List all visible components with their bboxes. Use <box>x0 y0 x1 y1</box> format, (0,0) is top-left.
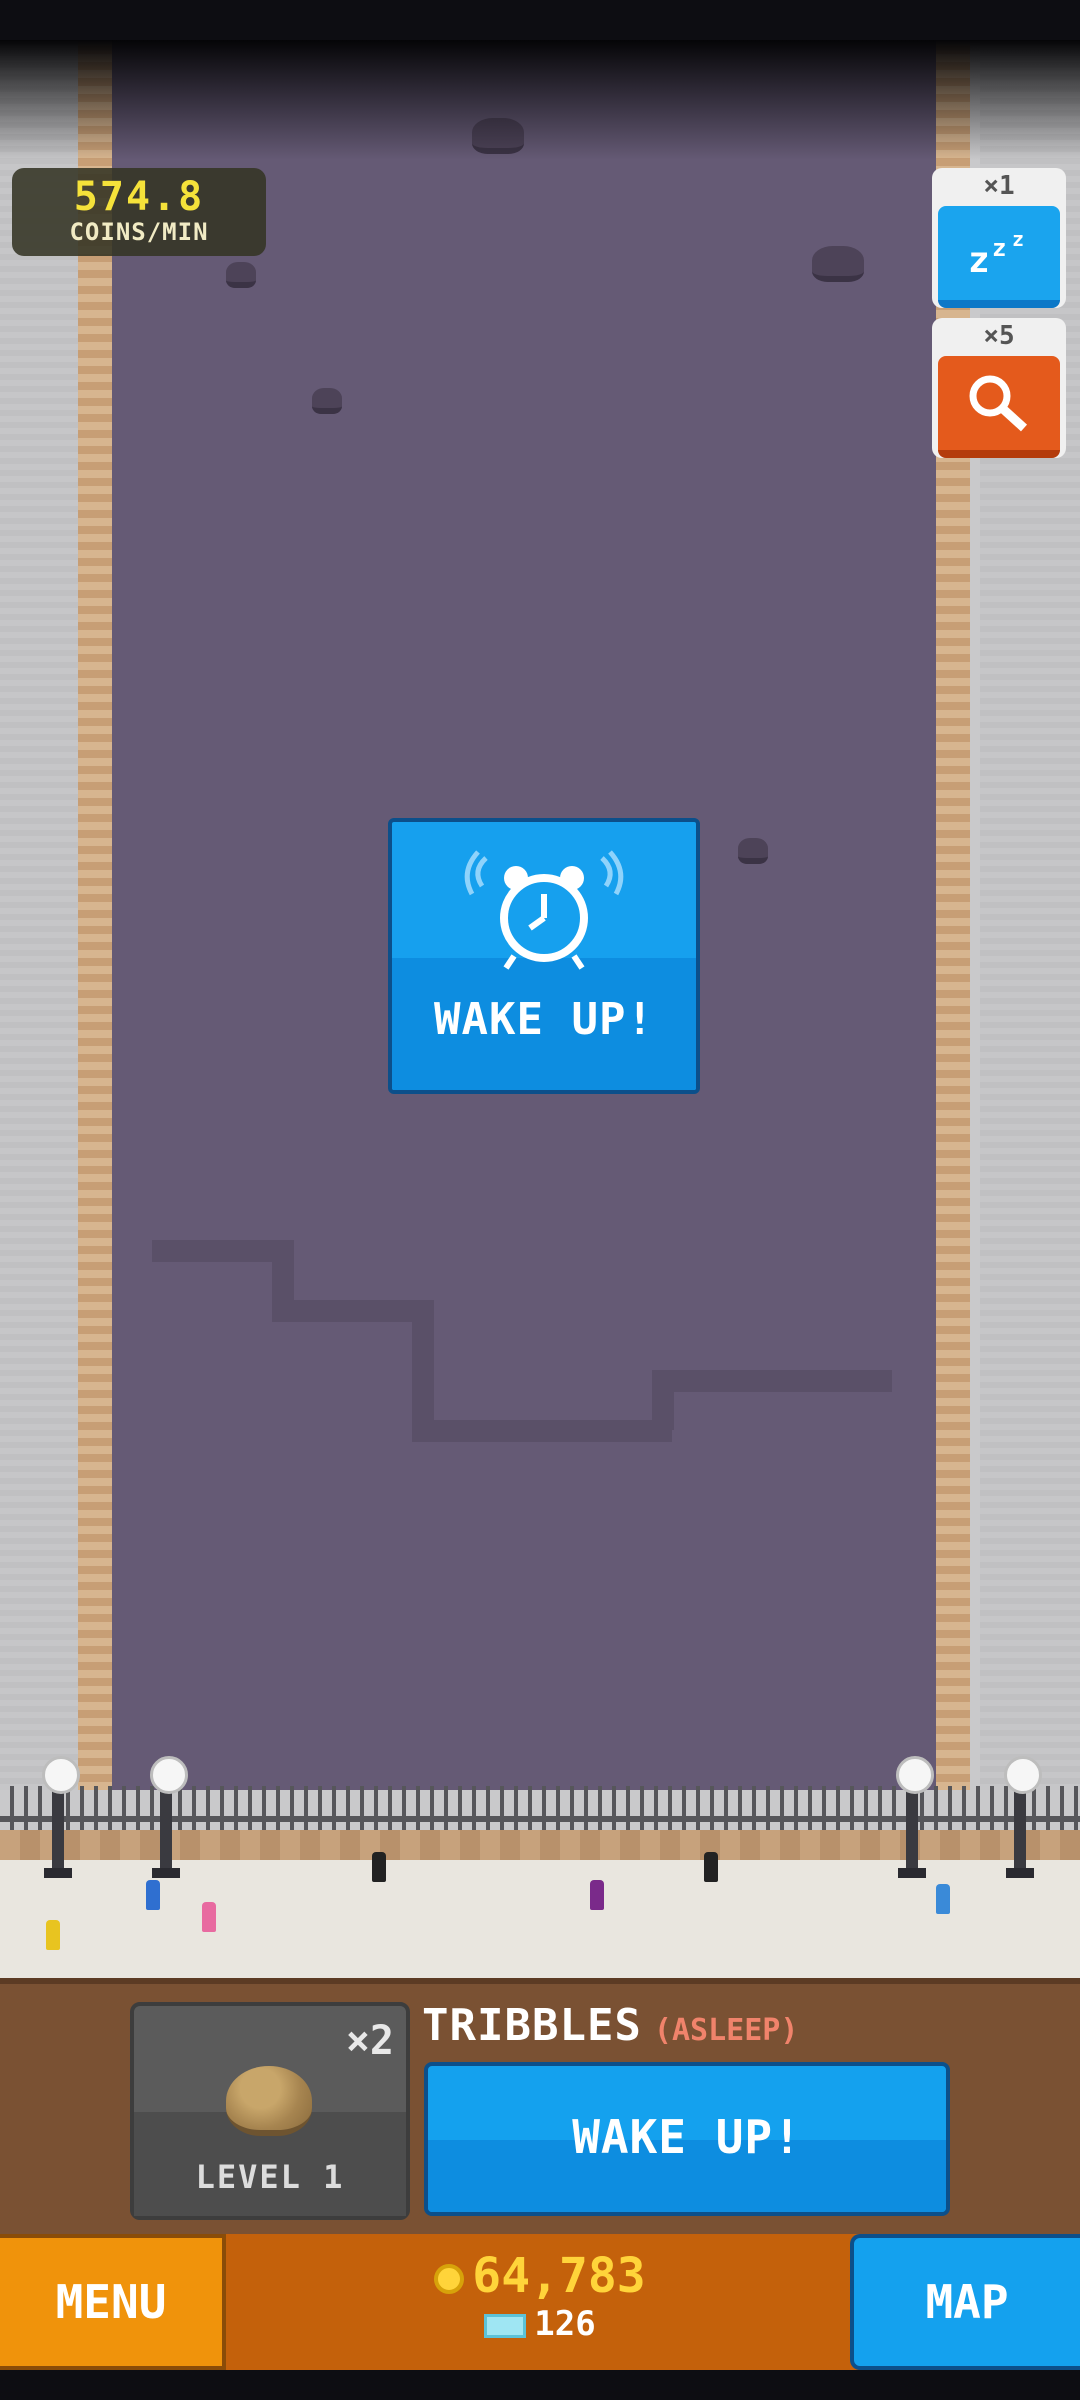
sleep-zzz-icon: z z z <box>938 206 1060 308</box>
magnifier-icon <box>938 356 1060 458</box>
pet-multiplier: ×2 <box>345 2018 394 2064</box>
ground-crack <box>272 1300 432 1322</box>
rock <box>312 388 342 414</box>
pedestrian <box>46 1920 60 1950</box>
pedestrian <box>372 1852 386 1882</box>
ground-crack <box>412 1300 434 1420</box>
pedestrian <box>146 1880 160 1910</box>
gems-amount: 126 <box>534 2304 596 2344</box>
sleep-powerup-button[interactable]: ×1 z z z <box>932 168 1066 308</box>
left-border <box>78 40 114 1790</box>
pet-name: TRIBBLES <box>422 2000 642 2051</box>
ground-crack <box>412 1420 672 1442</box>
ground-crack <box>152 1240 272 1262</box>
gems-row: 126 <box>230 2304 850 2344</box>
powerup-count: ×5 <box>983 321 1015 351</box>
pedestrian <box>704 1852 718 1882</box>
status-bar <box>0 0 1080 40</box>
coins-row: 64,783 <box>230 2248 850 2304</box>
powerup-count: ×1 <box>983 171 1015 201</box>
pet-card[interactable]: ×2 LEVEL 1 <box>130 2002 410 2220</box>
tribble-icon <box>226 2066 312 2136</box>
rock <box>738 838 768 864</box>
street-lamp <box>1004 1756 1042 1878</box>
menu-button[interactable]: MENU <box>0 2234 226 2370</box>
svg-text:z: z <box>1012 228 1024 251</box>
street-lamp <box>150 1756 188 1878</box>
coins-per-minute-value: 574.8 <box>73 174 205 220</box>
navigation-bar <box>0 2370 1080 2400</box>
pet-level: LEVEL 1 <box>195 2158 345 2196</box>
ground-crack <box>272 1240 294 1300</box>
wake-up-prompt-label: WAKE UP! <box>434 994 654 1045</box>
diamond-icon <box>484 2313 527 2338</box>
top-shadow <box>0 40 1080 160</box>
pedestrian <box>590 1880 604 1910</box>
pedestrian <box>202 1902 216 1932</box>
rock <box>226 262 256 288</box>
pet-name-row: TRIBBLES (ASLEEP) <box>422 2000 799 2051</box>
wake-up-button-label: WAKE UP! <box>572 2110 802 2164</box>
coins-amount: 64,783 <box>472 2248 646 2304</box>
coins-per-minute-label: COINS/MIN <box>69 218 209 246</box>
coin-icon <box>434 2264 465 2294</box>
svg-text:z: z <box>992 234 1006 262</box>
left-pavement <box>0 40 90 1790</box>
pedestrian <box>936 1884 950 1914</box>
street-lamp <box>42 1756 80 1878</box>
wake-up-prompt[interactable]: WAKE UP! <box>388 818 700 1094</box>
rock <box>812 246 864 282</box>
game-screen: 574.8 COINS/MIN ×1 z z z ×5 WAKE UP! ×2 … <box>0 0 1080 2400</box>
ground-crack <box>652 1370 892 1392</box>
alarm-clock-icon <box>464 850 624 970</box>
currency-display: 64,783 126 <box>230 2248 850 2344</box>
search-powerup-button[interactable]: ×5 <box>932 318 1066 458</box>
coins-per-minute: 574.8 COINS/MIN <box>12 168 266 256</box>
map-button[interactable]: MAP <box>850 2234 1080 2370</box>
svg-text:z: z <box>968 240 990 278</box>
street-lamp <box>896 1756 934 1878</box>
wake-up-button[interactable]: WAKE UP! <box>424 2062 950 2216</box>
pet-status: (ASLEEP) <box>653 2013 799 2048</box>
